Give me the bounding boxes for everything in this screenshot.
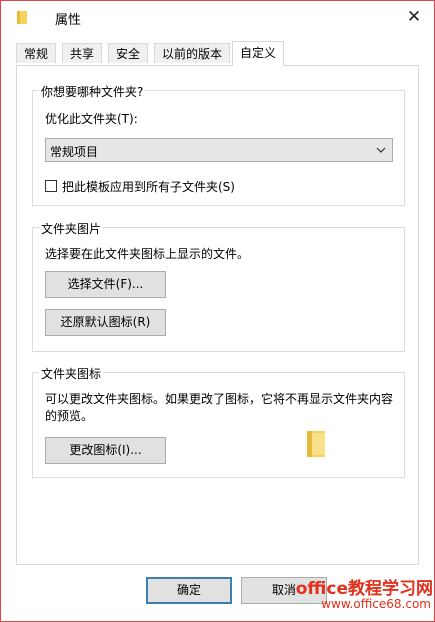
folder-pictures-title: 文件夹图片 <box>39 220 104 237</box>
folder-icons-group: 文件夹图标 可以更改文件夹图标。如果更改了图标，它将不再显示文件夹内容 的预览。… <box>32 365 405 478</box>
window-title: 属性 <box>55 13 82 28</box>
folder-icons-description-line1: 可以更改文件夹图标。如果更改了图标，它将不再显示文件夹内容 <box>45 392 394 406</box>
tab-customize[interactable]: 自定义 <box>232 41 285 66</box>
folder-icons-title: 文件夹图标 <box>39 365 104 382</box>
watermark-url: www.office68.com <box>321 597 431 611</box>
tab-sharing[interactable]: 共享 <box>62 43 103 63</box>
folder-type-value: 常规项目 <box>50 145 99 159</box>
change-icon-button[interactable]: 更改图标(I)... <box>45 437 166 464</box>
properties-dialog: 属性 ✕ 常规 共享 安全 以前的版本 自定义 你想要哪种文件夹? 优化此文件夹… <box>0 0 435 622</box>
close-icon: ✕ <box>406 7 422 27</box>
customize-panel: 你想要哪种文件夹? 优化此文件夹(T): 常规项目 把此模板应用到所有子文件夹(… <box>16 65 419 565</box>
choose-file-button[interactable]: 选择文件(F)... <box>45 271 166 298</box>
folder-icons-description-line2: 的预览。 <box>45 409 94 423</box>
optimize-label: 优化此文件夹(T): <box>45 112 138 126</box>
title-bar[interactable]: 属性 ✕ <box>1 1 434 35</box>
optimize-group-title: 你想要哪种文件夹? <box>39 83 146 100</box>
folder-type-select[interactable]: 常规项目 <box>45 138 393 162</box>
watermark-text: office教程学习网 <box>295 579 433 599</box>
apply-subfolders-label[interactable]: 把此模板应用到所有子文件夹(S) <box>62 178 235 195</box>
folder-preview-icon <box>307 431 325 457</box>
folder-pictures-group: 文件夹图片 选择要在此文件夹图标上显示的文件。 选择文件(F)... 还原默认图… <box>32 220 405 352</box>
folder-icon <box>17 11 27 24</box>
ok-button[interactable]: 确定 <box>146 577 232 604</box>
folder-pictures-description: 选择要在此文件夹图标上显示的文件。 <box>45 247 250 261</box>
tab-general[interactable]: 常规 <box>16 43 57 63</box>
chevron-down-icon <box>376 147 386 153</box>
close-button[interactable]: ✕ <box>401 4 427 30</box>
restore-default-button[interactable]: 还原默认图标(R) <box>45 309 166 336</box>
optimize-group: 你想要哪种文件夹? 优化此文件夹(T): 常规项目 把此模板应用到所有子文件夹(… <box>32 83 405 206</box>
tab-previous-versions[interactable]: 以前的版本 <box>154 43 231 63</box>
apply-subfolders-checkbox[interactable] <box>45 180 57 192</box>
tab-security[interactable]: 安全 <box>108 43 149 63</box>
